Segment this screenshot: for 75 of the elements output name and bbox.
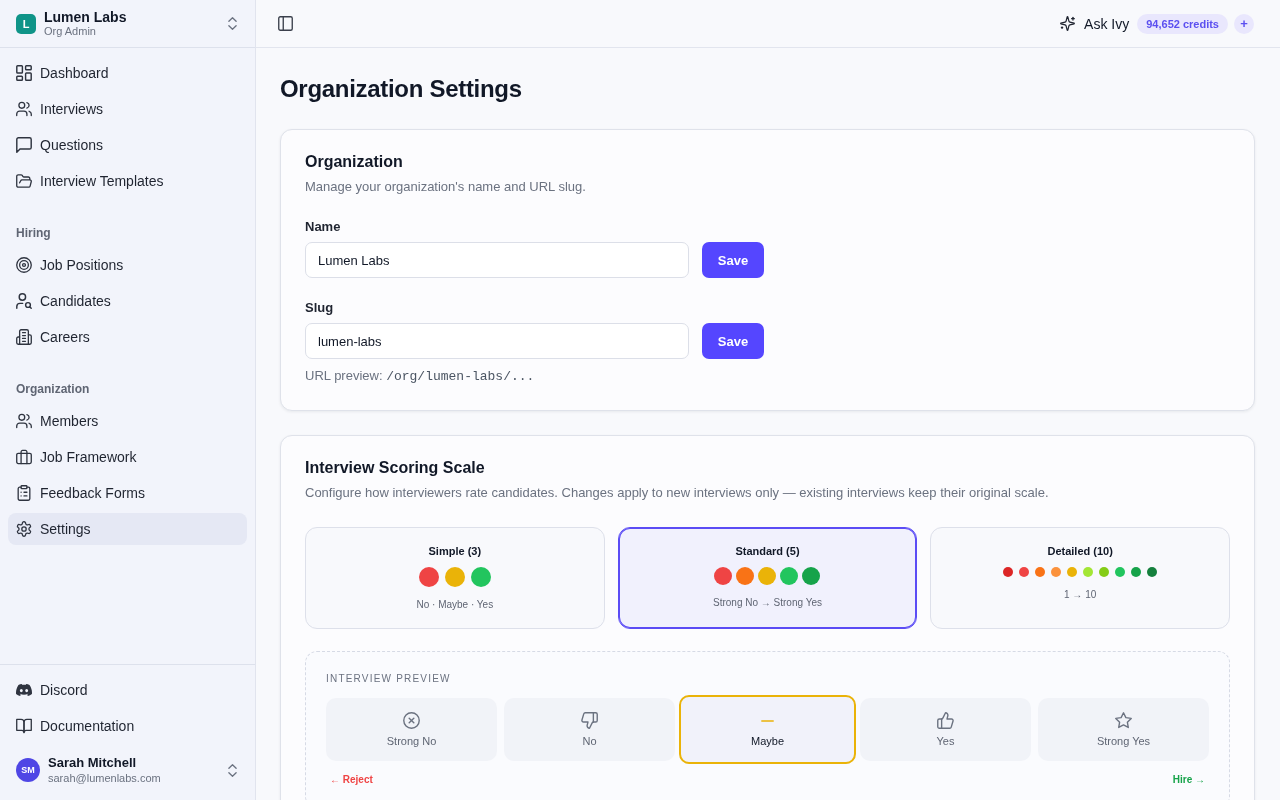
card-description: Manage your organization's name and URL slug. <box>305 178 587 196</box>
discord-logo-icon <box>16 682 32 698</box>
credits-badge: 94,652 credits <box>1137 13 1228 34</box>
layout-grid-icon <box>16 65 32 81</box>
section-heading: Hiring <box>15 225 52 241</box>
nav-item[interactable]: Job Framework <box>8 441 247 473</box>
users-icon <box>16 413 32 429</box>
nav-item[interactable]: Job Positions <box>8 249 247 281</box>
workspace-logo: L <box>16 13 36 34</box>
chevrons-up-down-icon[interactable] <box>228 763 237 777</box>
page-title: Organization Settings <box>280 74 523 104</box>
card-title: Interview Scoring Scale <box>305 458 486 478</box>
card-title: Organization <box>305 152 404 172</box>
url-preview-text: URL preview: /org/lumen-labs/... <box>305 367 536 386</box>
rating-option[interactable]: Maybe <box>679 695 856 764</box>
scale-option[interactable]: Simple (3) No · Maybe · Yes <box>305 527 605 629</box>
nav-item[interactable]: Settings <box>8 513 247 545</box>
building-icon <box>16 329 32 345</box>
open-book-icon <box>16 718 32 734</box>
rating-option[interactable]: No <box>504 698 675 761</box>
sidebar-toggle-icon[interactable] <box>278 16 293 31</box>
sparkles-icon <box>1060 16 1076 31</box>
nav-item[interactable]: Interview Templates <box>8 165 247 197</box>
nav-item[interactable]: Members <box>8 405 247 437</box>
workspace-name: Lumen Labs <box>44 9 128 25</box>
sidebar-link[interactable]: Documentation <box>8 710 247 742</box>
card-description: Configure how interviewers rate candidates. Changes apply to new interviews only — existing interviews keep their original scale. <box>305 484 1050 502</box>
x-circle-icon <box>403 712 420 729</box>
hire-label: Hire → <box>1172 773 1205 787</box>
nav-item[interactable]: Careers <box>8 321 247 353</box>
scale-title: Standard (5) <box>735 544 800 558</box>
nav-item[interactable]: Questions <box>8 129 247 161</box>
chat-bubble-icon <box>16 137 32 153</box>
preview-heading: INTERVIEW PREVIEW <box>326 672 452 686</box>
user-avatar: SM <box>16 758 40 782</box>
user-search-icon <box>16 293 32 309</box>
text-input[interactable]: lumen-labs <box>305 323 689 359</box>
star-icon <box>1115 712 1132 729</box>
briefcase-icon <box>16 449 32 465</box>
folder-icon <box>16 173 32 189</box>
nav-item[interactable]: Feedback Forms <box>8 477 247 509</box>
save-button[interactable]: Save <box>702 323 764 359</box>
field-label: Slug <box>305 299 335 317</box>
scale-option[interactable]: Standard (5) Strong No → Strong Yes <box>617 527 918 629</box>
clipboard-icon <box>16 485 32 501</box>
scale-caption: 1 → 10 <box>1064 588 1097 601</box>
minus-icon <box>761 718 774 723</box>
sidebar-link[interactable]: Discord <box>8 674 247 706</box>
reject-label: ← Reject <box>330 773 373 787</box>
text-input[interactable]: Lumen Labs <box>305 242 689 278</box>
nav-item[interactable]: Interviews <box>8 93 247 125</box>
nav-item[interactable]: Dashboard <box>8 57 247 89</box>
scale-caption: Strong No → Strong Yes <box>713 596 822 609</box>
add-credits-button[interactable]: + <box>1234 13 1254 34</box>
users-icon <box>16 101 32 117</box>
section-heading: Organization <box>15 381 91 397</box>
scale-title: Detailed (10) <box>1047 544 1113 558</box>
scale-option[interactable]: Detailed (10) 1 → 10 <box>930 527 1230 629</box>
thumbs-down-icon <box>581 712 598 729</box>
target-icon <box>16 257 32 273</box>
nav-item[interactable]: Candidates <box>8 285 247 317</box>
user-email: sarah@lumenlabs.com <box>48 771 162 785</box>
field-label: Name <box>305 218 342 236</box>
scale-caption: No · Maybe · Yes <box>416 598 494 611</box>
rating-option[interactable]: Yes <box>860 698 1031 761</box>
settings-icon <box>16 521 32 537</box>
user-name: Sarah Mitchell <box>48 755 138 771</box>
workspace-role: Org Admin <box>44 25 97 38</box>
save-button[interactable]: Save <box>702 242 764 278</box>
chevrons-up-down-icon[interactable] <box>228 17 237 30</box>
rating-option[interactable]: Strong No <box>326 698 497 761</box>
scale-title: Simple (3) <box>428 544 482 558</box>
thumbs-up-icon <box>937 712 954 729</box>
ask-assistant-button[interactable]: Ask Ivy <box>1060 15 1130 32</box>
rating-option[interactable]: Strong Yes <box>1038 698 1209 761</box>
